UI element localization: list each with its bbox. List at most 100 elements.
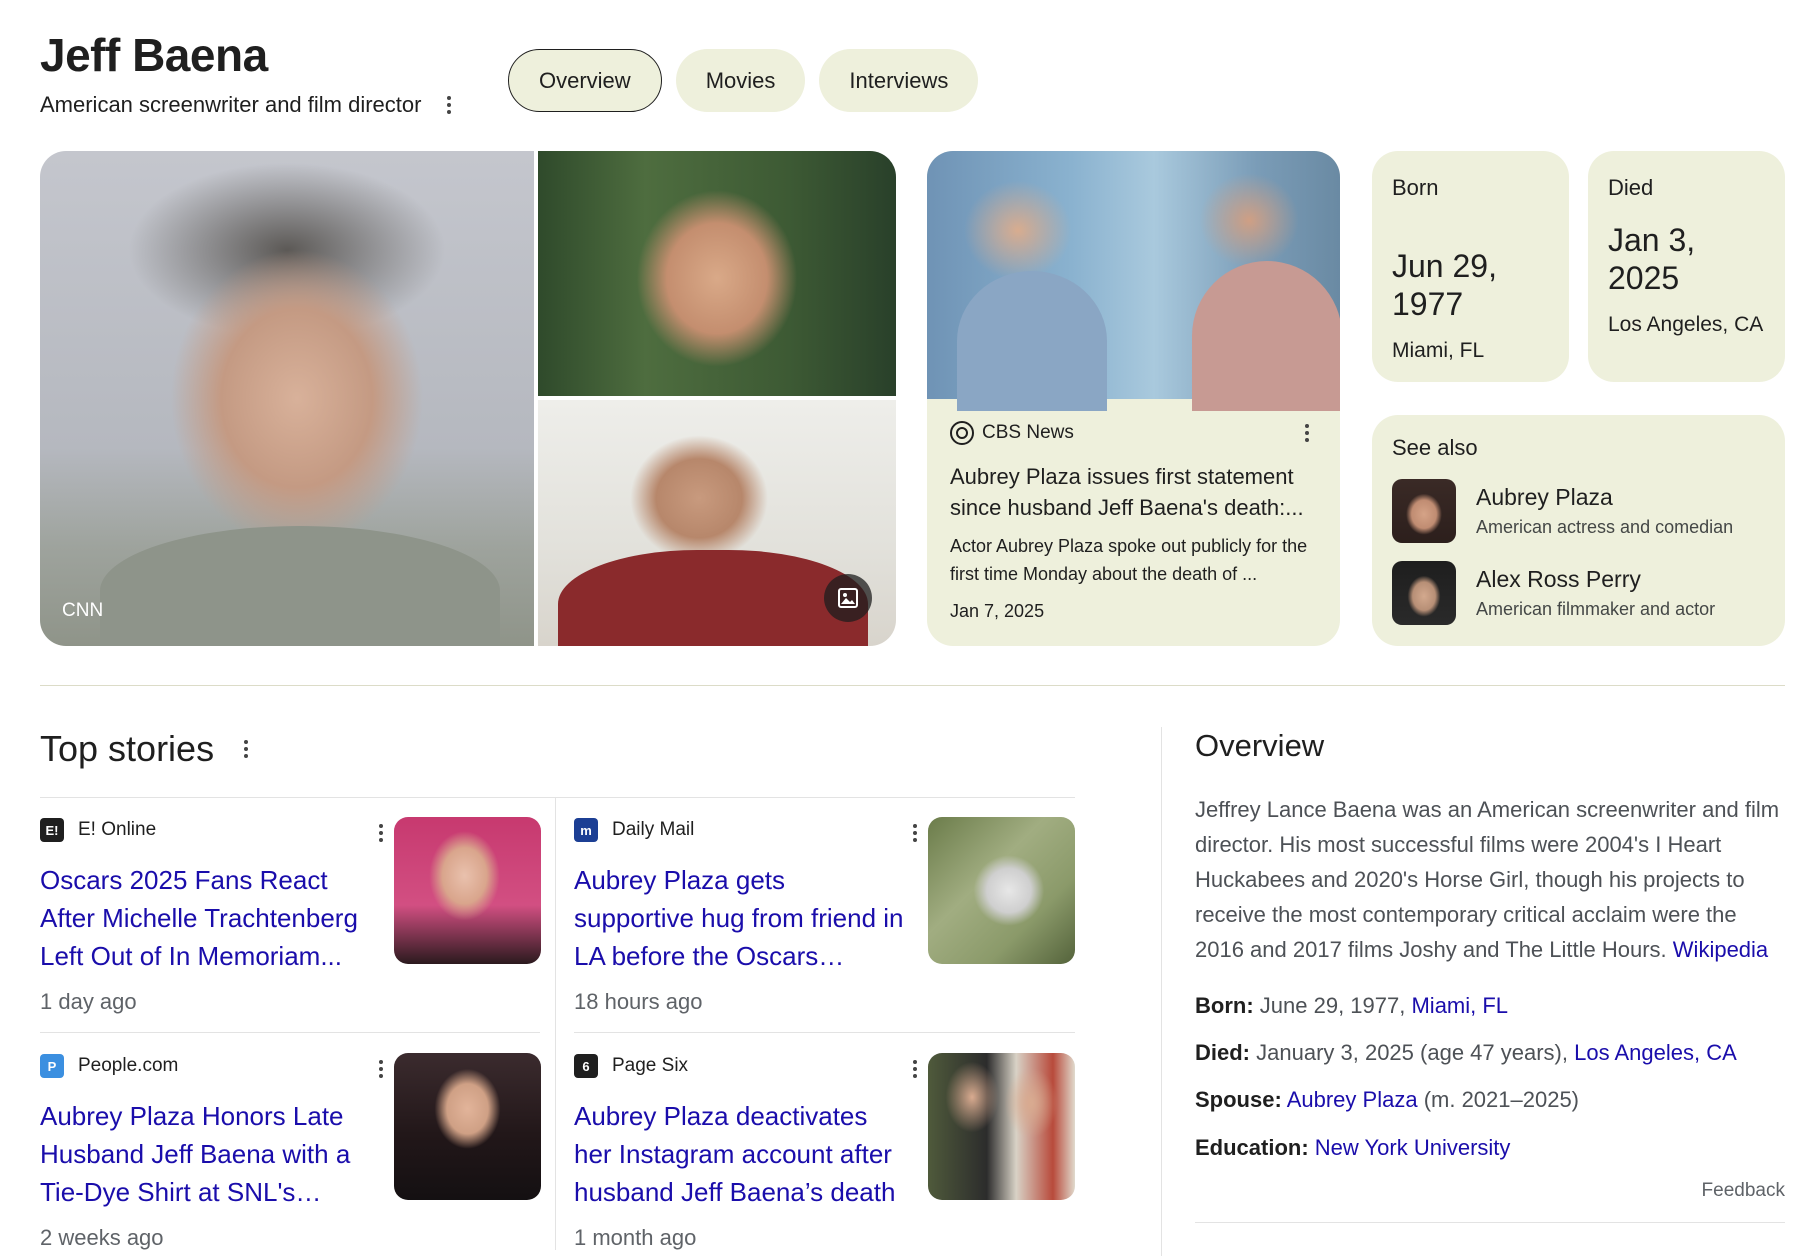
top-stories-more-icon[interactable] (236, 737, 256, 761)
story-headline[interactable]: Oscars 2025 Fans React After Michelle Tr… (40, 861, 370, 975)
story-card[interactable]: m Daily Mail Aubrey Plaza gets supportiv… (574, 817, 1092, 1053)
wikipedia-link[interactable]: Wikipedia (1673, 937, 1768, 962)
avatar (1392, 561, 1456, 625)
story-headline[interactable]: Aubrey Plaza deactivates her Instagram a… (574, 1097, 904, 1211)
died-label: Died (1608, 175, 1654, 200)
story-source-name: People.com (78, 1055, 179, 1076)
fact-spouse-link[interactable]: Aubrey Plaza (1287, 1087, 1418, 1112)
cbs-logo-icon (950, 421, 974, 445)
story-more-icon[interactable] (371, 823, 391, 843)
fact-spouse: Spouse: Aubrey Plaza (m. 2021–2025) (1195, 1087, 1579, 1113)
news-image (927, 151, 1340, 411)
people-logo-icon: P (40, 1054, 64, 1078)
story-source-name: Daily Mail (612, 819, 695, 840)
overview-title: Overview (1195, 728, 1325, 763)
born-date: Jun 29, 1977 (1392, 248, 1497, 322)
story-age: 2 weeks ago (40, 1225, 164, 1250)
news-card[interactable]: CBS News Aubrey Plaza issues first state… (927, 151, 1340, 646)
fact-education-link[interactable]: New York University (1315, 1135, 1511, 1160)
fact-died-text: January 3, 2025 (age 47 years), (1256, 1040, 1568, 1065)
tab-overview[interactable]: Overview (508, 49, 662, 112)
born-place: Miami, FL (1392, 339, 1485, 362)
entity-tabs: Overview Movies Interviews (508, 49, 979, 112)
sweater-shape (100, 526, 500, 646)
fact-died-label: Died: (1195, 1040, 1250, 1065)
fact-spouse-text: (m. 2021–2025) (1423, 1087, 1580, 1112)
image-gallery-icon (838, 588, 858, 608)
see-also-item[interactable]: Alex Ross Perry American filmmaker and a… (1392, 561, 1765, 625)
story-card[interactable]: E! E! Online Oscars 2025 Fans React Afte… (40, 817, 558, 1053)
view-images-button[interactable] (824, 574, 872, 622)
fact-born-text: June 29, 1977, (1259, 993, 1406, 1018)
died-card[interactable]: Died Jan 3, 2025 Los Angeles, CA (1588, 151, 1785, 382)
story-age: 1 day ago (40, 989, 137, 1014)
entity-subtitle: American screenwriter and film director (40, 92, 459, 118)
overview-divider (1161, 727, 1162, 1256)
story-more-icon[interactable] (905, 823, 925, 843)
news-source: CBS News (950, 421, 1317, 445)
fact-born-link[interactable]: Miami, FL (1411, 993, 1508, 1018)
image-source-label: CNN (62, 600, 104, 621)
news-body: CBS News Aubrey Plaza issues first state… (950, 421, 1317, 622)
portrait-image-top[interactable] (538, 151, 896, 396)
story-card[interactable]: P People.com Aubrey Plaza Honors Late Hu… (40, 1053, 558, 1256)
story-headline[interactable]: Aubrey Plaza gets supportive hug from fr… (574, 861, 904, 975)
story-thumbnail[interactable] (928, 1053, 1075, 1200)
news-image-person-left (957, 271, 1107, 411)
news-image-person-right (1192, 261, 1340, 411)
fact-born: Born: June 29, 1977, Miami, FL (1195, 993, 1508, 1019)
died-date: Jan 3, 2025 (1608, 222, 1696, 296)
fact-education-label: Education: (1195, 1135, 1309, 1160)
story-headline[interactable]: Aubrey Plaza Honors Late Husband Jeff Ba… (40, 1097, 370, 1211)
story-age: 18 hours ago (574, 989, 703, 1014)
see-also-desc: American actress and comedian (1476, 517, 1734, 537)
news-title[interactable]: Aubrey Plaza issues first statement sinc… (950, 461, 1317, 523)
see-also-title: See also (1392, 435, 1478, 460)
feedback-link[interactable]: Feedback (1702, 1180, 1785, 1202)
avatar (1392, 479, 1456, 543)
top-stories-title: Top stories (40, 728, 215, 769)
image-gallery: CNN (40, 151, 896, 646)
see-also-desc: American filmmaker and actor (1476, 599, 1716, 619)
fact-died: Died: January 3, 2025 (age 47 years), Lo… (1195, 1040, 1737, 1066)
tab-movies[interactable]: Movies (675, 49, 806, 112)
fact-spouse-label: Spouse: (1195, 1087, 1282, 1112)
more-options-icon[interactable] (439, 93, 459, 117)
story-source-name: E! Online (78, 819, 157, 840)
see-also-card: See also Aubrey Plaza American actress a… (1372, 415, 1785, 646)
story-age: 1 month ago (574, 1225, 697, 1250)
top-stories-header: Top stories (40, 728, 256, 770)
entity-title: Jeff Baena (40, 29, 268, 81)
section-divider (40, 685, 1785, 686)
born-label: Born (1392, 175, 1439, 200)
born-card[interactable]: Born Jun 29, 1977 Miami, FL (1372, 151, 1569, 382)
entity-subtitle-text: American screenwriter and film director (40, 92, 422, 117)
pagesix-logo-icon: 6 (574, 1054, 598, 1078)
news-date: Jan 7, 2025 (950, 601, 1045, 621)
news-source-name: CBS News (982, 422, 1074, 443)
see-also-name: Aubrey Plaza (1476, 484, 1613, 510)
stories-divider (40, 797, 1075, 798)
story-thumbnail[interactable] (928, 817, 1075, 964)
overview-bottom-divider (1195, 1222, 1785, 1223)
fact-born-label: Born: (1195, 993, 1254, 1018)
story-more-icon[interactable] (905, 1059, 925, 1079)
fact-died-link[interactable]: Los Angeles, CA (1574, 1040, 1737, 1065)
tab-interviews[interactable]: Interviews (819, 49, 979, 112)
story-card[interactable]: 6 Page Six Aubrey Plaza deactivates her … (574, 1053, 1092, 1256)
main-portrait-image[interactable]: CNN (40, 151, 534, 646)
news-more-icon[interactable] (1297, 423, 1317, 443)
see-also-item[interactable]: Aubrey Plaza American actress and comedi… (1392, 479, 1765, 543)
story-thumbnail[interactable] (394, 817, 541, 964)
overview-description: Jeffrey Lance Baena was an American scre… (1195, 792, 1785, 967)
dailymail-logo-icon: m (574, 818, 598, 842)
see-also-name: Alex Ross Perry (1476, 566, 1641, 592)
story-more-icon[interactable] (371, 1059, 391, 1079)
eonline-logo-icon: E! (40, 818, 64, 842)
fact-education: Education: New York University (1195, 1135, 1510, 1161)
story-source-name: Page Six (612, 1055, 689, 1076)
story-thumbnail[interactable] (394, 1053, 541, 1200)
shirt-shape (558, 550, 868, 646)
died-place: Los Angeles, CA (1608, 313, 1764, 336)
news-snippet: Actor Aubrey Plaza spoke out publicly fo… (950, 536, 1308, 584)
